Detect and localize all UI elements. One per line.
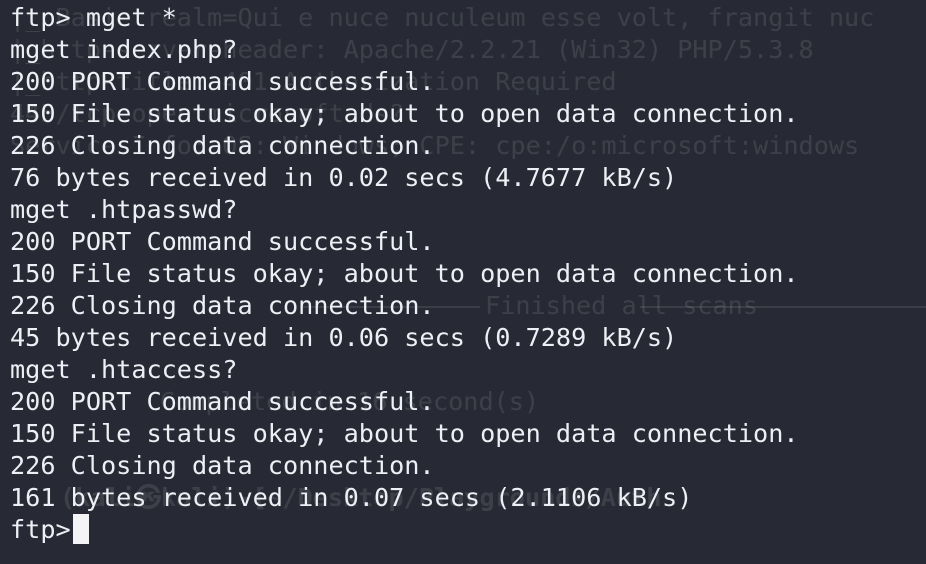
terminal-line: 226 Closing data connection. [10, 291, 435, 320]
terminal-line: 200 PORT Command successful. [10, 227, 435, 256]
terminal-line: ftp> mget * [10, 3, 177, 32]
terminal-line: mget index.php? [10, 35, 238, 64]
ftp-prompt: ftp> [10, 515, 71, 544]
terminal-line: mget .htpasswd? [10, 195, 238, 224]
terminal-line: 161 bytes received in 0.07 secs (2.1106 … [10, 483, 693, 512]
terminal-output: ftp> mget * mget index.php? 200 PORT Com… [10, 2, 799, 546]
terminal-window[interactable]: |_ Basic realm=Qui e nuce nuculeum esse … [0, 0, 926, 564]
terminal-line: 150 File status okay; about to open data… [10, 259, 799, 288]
terminal-line: 150 File status okay; about to open data… [10, 419, 799, 448]
terminal-line: 150 File status okay; about to open data… [10, 99, 799, 128]
terminal-line: mget .htaccess? [10, 355, 238, 384]
terminal-line: 76 bytes received in 0.02 secs (4.7677 k… [10, 163, 678, 192]
terminal-line: 200 PORT Command successful. [10, 67, 435, 96]
terminal-line: 45 bytes received in 0.06 secs (0.7289 k… [10, 323, 678, 352]
terminal-line: 226 Closing data connection. [10, 131, 435, 160]
terminal-line: 200 PORT Command successful. [10, 387, 435, 416]
text-cursor[interactable] [72, 514, 89, 544]
command-prompt-line[interactable]: ftp> [10, 514, 799, 546]
terminal-line: 226 Closing data connection. [10, 451, 435, 480]
